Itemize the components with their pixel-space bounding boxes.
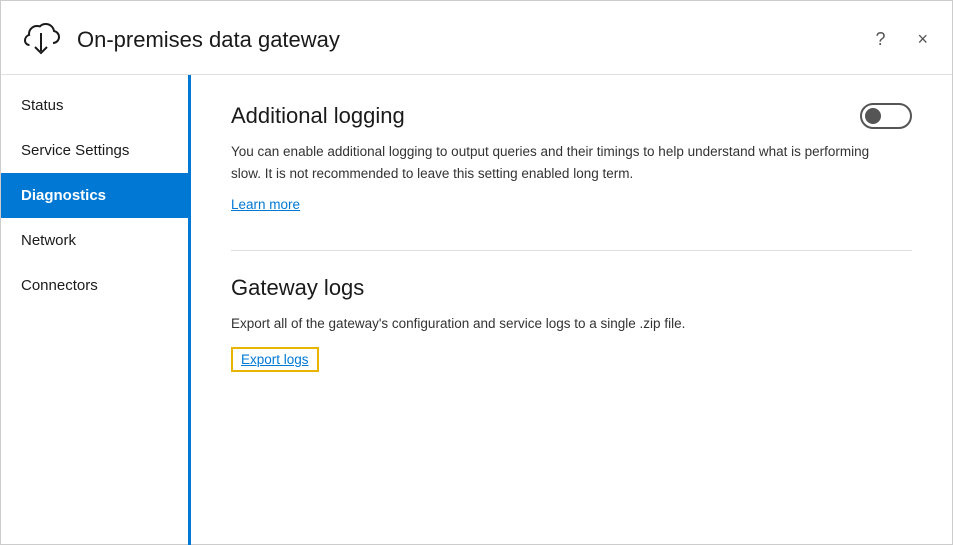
sidebar-item-connectors[interactable]: Connectors (1, 263, 188, 308)
app-title: On-premises data gateway (77, 27, 340, 53)
gateway-logs-section: Gateway logs Export all of the gateway's… (231, 275, 912, 372)
additional-logging-title: Additional logging (231, 103, 405, 129)
close-button[interactable]: × (909, 25, 936, 54)
additional-logging-description: You can enable additional logging to out… (231, 141, 871, 184)
main-layout: Status Service Settings Diagnostics Netw… (1, 75, 952, 545)
section-divider (231, 250, 912, 251)
additional-logging-header: Additional logging (231, 103, 912, 129)
toggle-track (860, 103, 912, 129)
sidebar-item-diagnostics[interactable]: Diagnostics (1, 173, 188, 218)
cloud-icon (17, 13, 65, 66)
title-bar: On-premises data gateway ? × (1, 1, 952, 75)
sidebar-item-status[interactable]: Status (1, 83, 188, 128)
gateway-logs-description: Export all of the gateway's configuratio… (231, 313, 871, 335)
sidebar-item-service-settings[interactable]: Service Settings (1, 128, 188, 173)
additional-logging-toggle[interactable] (860, 103, 912, 129)
additional-logging-section: Additional logging You can enable additi… (231, 103, 912, 214)
export-logs-link[interactable]: Export logs (231, 347, 319, 372)
title-actions: ? × (867, 25, 936, 54)
toggle-knob (865, 108, 881, 124)
sidebar-item-network[interactable]: Network (1, 218, 188, 263)
sidebar: Status Service Settings Diagnostics Netw… (1, 75, 191, 545)
learn-more-link[interactable]: Learn more (231, 197, 300, 212)
content-area: Additional logging You can enable additi… (191, 75, 952, 545)
title-left: On-premises data gateway (17, 13, 340, 66)
gateway-logs-title: Gateway logs (231, 275, 364, 300)
help-button[interactable]: ? (867, 25, 893, 54)
